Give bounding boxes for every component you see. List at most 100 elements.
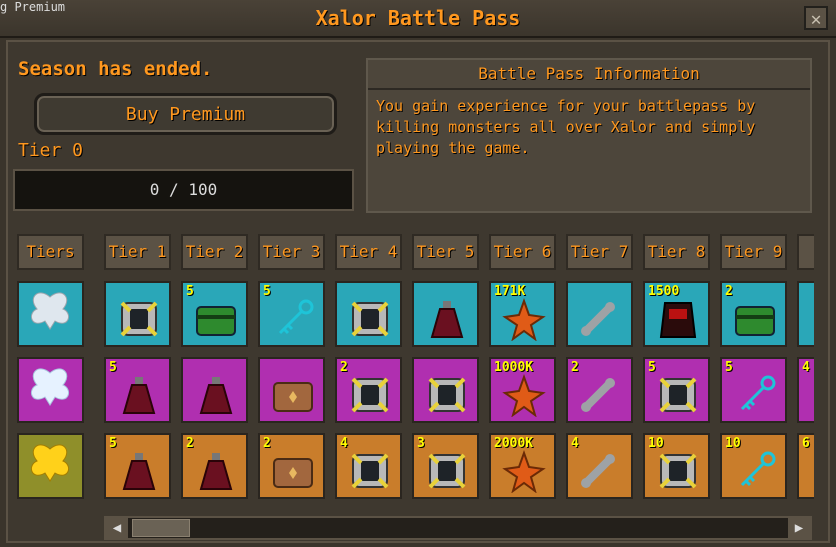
free-reward-cell-tier-6[interactable]: 171K (489, 281, 556, 347)
header-tier-4[interactable]: Tier 4 (335, 234, 402, 270)
free-reward-cell-tier-2[interactable]: 5 (181, 281, 248, 347)
item-count: 5 (263, 284, 271, 299)
reward-grid: Tiers Tier 1 Tier 2 Tier 3 Tier 4 Tier 5… (14, 234, 814, 504)
item-count: 5 (109, 436, 117, 451)
item-count: 5 (109, 360, 117, 375)
item-count: 4 (340, 436, 348, 451)
horizontal-scrollbar[interactable]: ◀ ▶ (104, 516, 812, 540)
free-track-icon (17, 281, 84, 347)
item-count: 4 (571, 436, 579, 451)
potion-icon (199, 377, 233, 414)
free-reward-cell-tier-8[interactable]: 1500 (643, 281, 710, 347)
box-icon (351, 453, 389, 489)
progress-bar: 0 / 100 (13, 169, 354, 211)
item-count: 10 (648, 436, 664, 451)
premium-reward-cell-tier-1[interactable]: 5 (104, 357, 171, 423)
item-count: 1000K (494, 360, 534, 375)
battle-pass-window: g Premium Xalor Battle Pass ✕ Season has… (0, 0, 836, 547)
header-tier-10[interactable]: T (797, 234, 814, 270)
potion-icon (122, 377, 156, 414)
item-icon (809, 297, 814, 341)
item-count: 5 (725, 360, 733, 375)
gold-reward-cell-tier-5[interactable]: 3 (412, 433, 479, 499)
potion-icon (430, 301, 464, 338)
free-reward-cell-tier-1[interactable] (104, 281, 171, 347)
star-icon (502, 374, 546, 417)
scroll-thumb[interactable] (132, 519, 190, 537)
gold-reward-cell-tier-1[interactable]: 5 (104, 433, 171, 499)
free-reward-cell-tier-5[interactable] (412, 281, 479, 347)
header-tier-7[interactable]: Tier 7 (566, 234, 633, 270)
premium-reward-cell-tier-9[interactable]: 5 (720, 357, 787, 423)
premium-reward-cell-tier-2[interactable] (181, 357, 248, 423)
scroll-left-arrow-icon[interactable]: ◀ (106, 518, 128, 538)
bone-icon (581, 454, 615, 488)
premium-reward-cell-tier-8[interactable]: 5 (643, 357, 710, 423)
item-count: 2 (340, 360, 348, 375)
item-icon (809, 373, 814, 417)
box-icon (428, 453, 466, 489)
item-count: 1500 (648, 284, 680, 299)
gold-reward-cell-tier-6[interactable]: 2000K (489, 433, 556, 499)
free-reward-cell-tier-10[interactable] (797, 281, 814, 347)
item-count: 3 (417, 436, 425, 451)
info-panel: Battle Pass Information You gain experie… (366, 58, 812, 213)
item-count: 2 (186, 436, 194, 451)
key-icon (740, 451, 776, 487)
item-count: 2000K (494, 436, 534, 451)
item-count: 10 (725, 436, 741, 451)
gold-reward-cell-tier-7[interactable]: 4 (566, 433, 633, 499)
buy-premium-button[interactable]: Buy Premium (34, 93, 337, 135)
item-count: 5 (648, 360, 656, 375)
header-tier-6[interactable]: Tier 6 (489, 234, 556, 270)
box-icon (351, 377, 389, 413)
progress-text: 0 / 100 (149, 180, 218, 199)
season-status: Season has ended. (18, 58, 213, 80)
premium-reward-cell-tier-3[interactable] (258, 357, 325, 423)
free-reward-cell-tier-9[interactable]: 2 (720, 281, 787, 347)
item-count: 6 (802, 436, 810, 451)
box-icon (120, 301, 158, 337)
premium-reward-cell-tier-7[interactable]: 2 (566, 357, 633, 423)
window-title: Xalor Battle Pass (315, 6, 521, 30)
box-icon (351, 301, 389, 337)
current-tier: Tier 0 (18, 140, 84, 161)
gold-reward-cell-tier-2[interactable]: 2 (181, 433, 248, 499)
armor-icon (659, 302, 697, 338)
free-reward-cell-tier-7[interactable] (566, 281, 633, 347)
gold-reward-cell-tier-9[interactable]: 10 (720, 433, 787, 499)
free-reward-cell-tier-3[interactable]: 5 (258, 281, 325, 347)
key-icon (278, 299, 314, 335)
header-tier-9[interactable]: Tier 9 (720, 234, 787, 270)
premium-reward-cell-tier-5[interactable] (412, 357, 479, 423)
header-tier-1[interactable]: Tier 1 (104, 234, 171, 270)
header-tier-3[interactable]: Tier 3 (258, 234, 325, 270)
item-count: 171K (494, 284, 526, 299)
premium-reward-cell-tier-6[interactable]: 1000K (489, 357, 556, 423)
premium-reward-cell-tier-4[interactable]: 2 (335, 357, 402, 423)
item-count: 2 (725, 284, 733, 299)
gold-reward-cell-tier-3[interactable]: 2 (258, 433, 325, 499)
scroll-right-arrow-icon[interactable]: ▶ (788, 518, 810, 538)
key-icon (740, 375, 776, 411)
gold-reward-cell-tier-8[interactable]: 10 (643, 433, 710, 499)
gold-reward-cell-tier-4[interactable]: 4 (335, 433, 402, 499)
box-icon (428, 377, 466, 413)
box-icon (659, 453, 697, 489)
crate-icon (273, 458, 313, 488)
bone-icon (581, 302, 615, 336)
title-bar: g Premium Xalor Battle Pass ✕ (0, 0, 836, 38)
header-tier-2[interactable]: Tier 2 (181, 234, 248, 270)
free-reward-cell-tier-4[interactable] (335, 281, 402, 347)
item-count: 2 (571, 360, 579, 375)
premium-reward-cell-tier-10[interactable]: 4 (797, 357, 814, 423)
potion-icon (122, 453, 156, 490)
item-icon (809, 449, 814, 493)
header-tier-8[interactable]: Tier 8 (643, 234, 710, 270)
close-button[interactable]: ✕ (804, 6, 828, 30)
star-icon (502, 450, 546, 493)
header-tier-5[interactable]: Tier 5 (412, 234, 479, 270)
bone-icon (581, 378, 615, 412)
gold-reward-cell-tier-10[interactable]: 6 (797, 433, 814, 499)
crate-icon (273, 382, 313, 412)
